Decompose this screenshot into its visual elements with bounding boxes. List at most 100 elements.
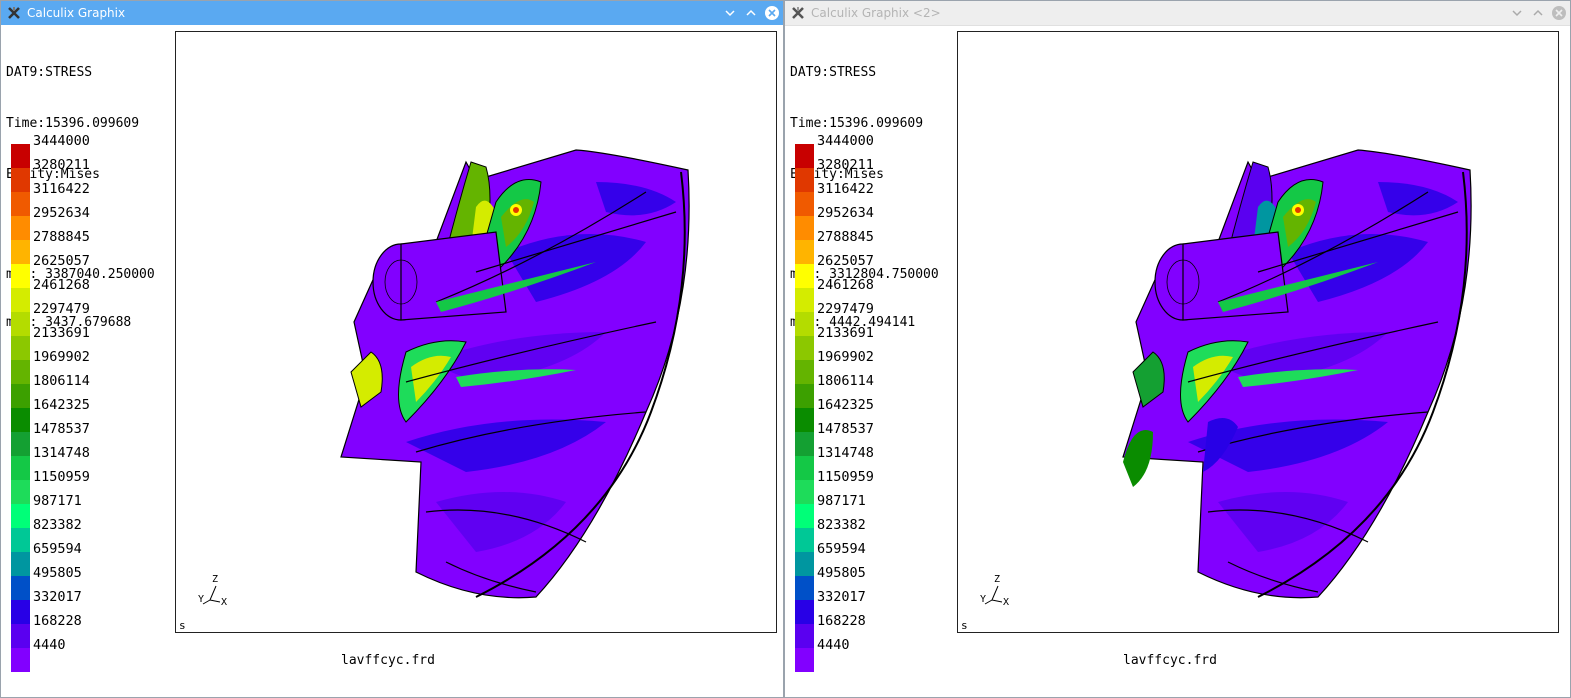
legend-value: 168228 xyxy=(817,613,866,629)
legend-value: 3444000 xyxy=(817,133,874,149)
legend-swatch xyxy=(795,216,814,240)
legend-swatch xyxy=(795,552,814,576)
window-title: Calculix Graphix <2> xyxy=(811,6,941,20)
legend-swatch xyxy=(11,408,30,432)
impeller-model xyxy=(1122,149,1472,599)
legend-value: 1642325 xyxy=(33,397,90,413)
legend-swatch xyxy=(11,360,30,384)
legend-value: 2297479 xyxy=(817,301,874,317)
legend-value: 1806114 xyxy=(817,373,874,389)
window-title: Calculix Graphix xyxy=(27,6,126,20)
corner-status: s xyxy=(961,619,968,632)
legend-value: 2788845 xyxy=(817,229,874,245)
corner-status: s xyxy=(179,619,186,632)
legend-value: 3444000 xyxy=(33,133,90,149)
legend-value: 3116422 xyxy=(33,181,90,197)
calculix-app-icon xyxy=(6,5,22,21)
legend-swatch xyxy=(11,384,30,408)
legend-value: 2952634 xyxy=(817,205,874,221)
dataset-label: DAT9:STRESS xyxy=(6,65,93,80)
chevron-up-icon xyxy=(746,9,756,16)
filename-label: lavffcyc.frd xyxy=(341,653,435,668)
model-viewport[interactable]: Z Y X s xyxy=(957,31,1559,633)
legend-swatch xyxy=(11,480,30,504)
axis-z-label: Z xyxy=(212,574,219,585)
legend-swatch xyxy=(795,360,814,384)
legend-swatch xyxy=(795,408,814,432)
legend-swatch xyxy=(11,264,30,288)
legend-value: 168228 xyxy=(33,613,82,629)
legend-swatch xyxy=(11,552,30,576)
legend-swatch xyxy=(11,312,30,336)
legend-swatch xyxy=(795,600,814,624)
legend-value: 659594 xyxy=(33,541,82,557)
calculix-window-1[interactable]: Calculix Graphix DAT9:STRESS Time:15396.… xyxy=(0,0,784,698)
legend-swatch xyxy=(11,504,30,528)
legend-swatch xyxy=(11,624,30,648)
chevron-up-icon xyxy=(1533,9,1543,16)
chevron-down-icon xyxy=(1512,10,1522,17)
legend-swatch xyxy=(795,432,814,456)
legend-value: 3280211 xyxy=(817,157,874,173)
legend-value: 2297479 xyxy=(33,301,90,317)
legend-value: 2625057 xyxy=(817,253,874,269)
legend-swatch xyxy=(11,648,30,672)
title-bar[interactable]: Calculix Graphix <2> xyxy=(785,1,1570,26)
legend-value: 3280211 xyxy=(33,157,90,173)
close-button[interactable] xyxy=(762,3,782,23)
legend-swatch xyxy=(795,576,814,600)
close-icon xyxy=(768,9,776,17)
minimize-button[interactable] xyxy=(1507,3,1527,23)
legend-swatch xyxy=(11,168,30,192)
legend-swatch xyxy=(11,336,30,360)
legend-swatch xyxy=(11,216,30,240)
legend-value: 823382 xyxy=(33,517,82,533)
legend-swatch xyxy=(795,648,814,672)
legend-value: 1642325 xyxy=(817,397,874,413)
dataset-label: DAT9:STRESS xyxy=(790,65,877,80)
close-icon xyxy=(1555,9,1563,17)
close-button[interactable] xyxy=(1549,3,1569,23)
model-viewport[interactable]: Z Y X s xyxy=(175,31,777,633)
legend-swatch xyxy=(11,144,30,168)
legend-value: 1314748 xyxy=(817,445,874,461)
axis-y-label: Y xyxy=(198,594,205,605)
maximize-button[interactable] xyxy=(741,3,761,23)
legend-swatch xyxy=(11,192,30,216)
impeller-model xyxy=(340,149,690,599)
maximize-button[interactable] xyxy=(1528,3,1548,23)
legend-value: 3116422 xyxy=(817,181,874,197)
legend-value: 987171 xyxy=(817,493,866,509)
legend-value: 332017 xyxy=(33,589,82,605)
chevron-down-icon xyxy=(725,10,735,17)
legend-value: 4440 xyxy=(33,637,66,653)
legend-swatch xyxy=(795,312,814,336)
legend-swatch xyxy=(11,288,30,312)
legend-value: 4440 xyxy=(817,637,850,653)
legend-swatch xyxy=(11,456,30,480)
calculix-window-2[interactable]: Calculix Graphix <2> DAT9:STRESS Time:15… xyxy=(784,0,1571,698)
legend-swatch xyxy=(11,528,30,552)
legend-swatch xyxy=(795,480,814,504)
legend-value: 2133691 xyxy=(33,325,90,341)
axis-x-label: X xyxy=(221,597,228,608)
legend-value: 1150959 xyxy=(817,469,874,485)
legend-swatch xyxy=(795,384,814,408)
legend-swatch xyxy=(11,600,30,624)
legend-value: 2952634 xyxy=(33,205,90,221)
axis-triad: Z Y X xyxy=(198,572,238,612)
legend-swatch xyxy=(795,144,814,168)
minimize-button[interactable] xyxy=(720,3,740,23)
title-bar[interactable]: Calculix Graphix xyxy=(1,1,783,25)
legend-value: 1478537 xyxy=(33,421,90,437)
time-label: Time:15396.099609 xyxy=(6,116,140,131)
axis-y-label: Y xyxy=(980,594,987,605)
legend-row: 4440 xyxy=(10,637,170,672)
legend-value: 659594 xyxy=(817,541,866,557)
legend-value: 823382 xyxy=(817,517,866,533)
legend-value: 1314748 xyxy=(33,445,90,461)
legend-swatch xyxy=(795,456,814,480)
filename-label: lavffcyc.frd xyxy=(1123,653,1217,668)
legend-row: 4440 xyxy=(794,637,954,672)
legend-swatch xyxy=(795,288,814,312)
